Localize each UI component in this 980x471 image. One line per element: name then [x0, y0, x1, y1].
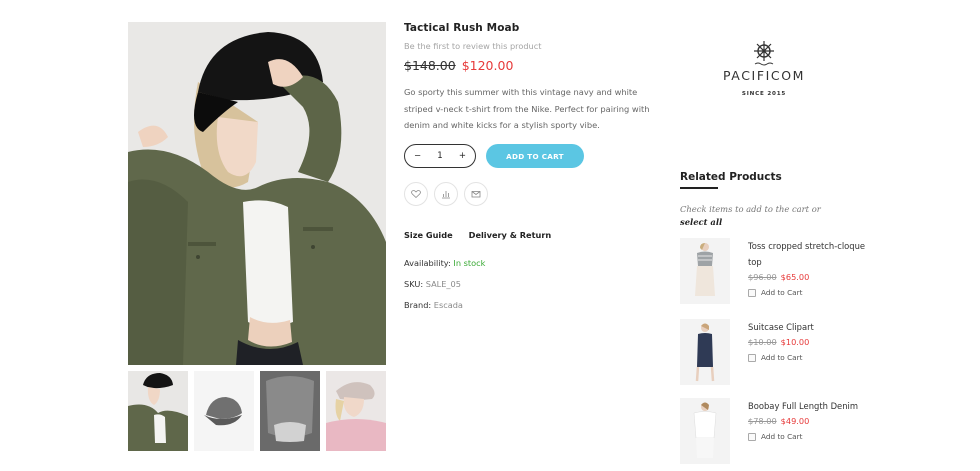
select-all-link[interactable]: select all — [680, 217, 722, 227]
buy-row: − 1 + ADD TO CART — [404, 144, 584, 168]
delivery-return-link[interactable]: Delivery & Return — [469, 230, 552, 240]
brand-label: Brand: — [404, 300, 432, 310]
quantity-stepper: − 1 + — [404, 144, 476, 168]
thumbnail-4[interactable] — [326, 371, 386, 451]
qty-plus-button[interactable]: + — [459, 151, 466, 161]
related-item-add-label: Add to Cart — [761, 288, 803, 297]
availability-label: Availability: — [404, 258, 451, 268]
sku-label: SKU: — [404, 279, 424, 289]
related-products: Related Products Check items to add to t… — [680, 171, 880, 464]
related-item-name[interactable]: Suitcase Clipart — [748, 319, 878, 335]
availability-value: In stock — [453, 258, 486, 268]
related-item-image[interactable] — [680, 319, 730, 385]
product-main-image[interactable] — [128, 22, 386, 365]
product-description: Go sporty this summer with this vintage … — [404, 87, 650, 130]
related-item-info: Toss cropped stretch-cloque top $96.00 $6… — [748, 238, 878, 297]
related-item-prices: $78.00 $49.00 — [748, 416, 878, 426]
brand-logo-name: PACIFICOM — [722, 68, 806, 83]
sku-value: SALE_05 — [425, 279, 461, 289]
product-info: Tactical Rush Moab Be the first to revie… — [404, 22, 666, 310]
checkbox[interactable] — [748, 432, 756, 441]
product-title: Tactical Rush Moab — [404, 22, 520, 34]
related-item-info: Suitcase Clipart $10.00 $10.00 Add to Car… — [748, 319, 878, 362]
related-item-name[interactable]: Boobay Full Length Denim — [748, 398, 878, 414]
review-link[interactable]: Be the first to review this product — [404, 41, 666, 51]
brand-logo-since: SINCE 2015 — [741, 91, 787, 97]
compare-button[interactable] — [434, 182, 458, 206]
product-actions — [404, 182, 488, 206]
info-links: Size Guide Delivery & Return — [404, 230, 551, 240]
related-item-price: $10.00 — [780, 337, 810, 347]
related-item-image[interactable] — [680, 238, 730, 304]
related-item-image[interactable] — [680, 398, 730, 464]
checkbox[interactable] — [748, 288, 756, 297]
related-item-old-price: $96.00 — [748, 272, 777, 282]
brand-logo[interactable]: PACIFICOM SINCE 2015 — [712, 40, 816, 97]
wishlist-button[interactable] — [404, 182, 428, 206]
price-block: $148.00 $120.00 — [404, 58, 666, 73]
ship-wheel-icon — [754, 41, 774, 66]
related-item-add-checkbox[interactable]: Add to Cart — [748, 432, 878, 441]
quantity-input[interactable]: 1 — [437, 151, 442, 161]
related-title-underline — [680, 187, 718, 189]
email-friend-button[interactable] — [464, 182, 488, 206]
related-item-price: $65.00 — [780, 272, 810, 282]
old-price: $148.00 — [404, 58, 456, 73]
sku: SKU: SALE_05 — [404, 279, 461, 289]
related-item-add-label: Add to Cart — [761, 353, 803, 362]
thumbnail-1[interactable] — [128, 371, 188, 451]
related-item-add-checkbox[interactable]: Add to Cart — [748, 353, 878, 362]
thumbnail-2[interactable] — [194, 371, 254, 451]
related-hint-text: Check items to add to the cart or — [680, 204, 821, 214]
availability: Availability: In stock — [404, 258, 485, 268]
checkbox[interactable] — [748, 353, 756, 362]
brand-value: Escada — [433, 300, 463, 310]
related-title: Related Products — [680, 171, 782, 183]
thumbnail-strip — [128, 371, 386, 451]
related-item-old-price: $78.00 — [748, 416, 777, 426]
related-item-info: Boobay Full Length Denim $78.00 $49.00 Ad… — [748, 398, 878, 441]
email-icon — [471, 191, 481, 198]
size-guide-link[interactable]: Size Guide — [404, 230, 453, 240]
qty-minus-button[interactable]: − — [414, 151, 421, 161]
brand: Brand: Escada — [404, 300, 463, 310]
add-to-cart-button[interactable]: ADD TO CART — [486, 144, 584, 168]
related-item-prices: $10.00 $10.00 — [748, 337, 878, 347]
related-item-name[interactable]: Toss cropped stretch-cloque top — [748, 238, 878, 270]
thumbnail-3[interactable] — [260, 371, 320, 451]
related-item-price: $49.00 — [780, 416, 810, 426]
related-hint: Check items to add to the cart or select… — [680, 203, 830, 228]
compare-icon — [442, 191, 450, 199]
sale-price: $120.00 — [461, 58, 514, 73]
related-item-prices: $96.00 $65.00 — [748, 272, 878, 282]
related-item-old-price: $10.00 — [748, 337, 777, 347]
related-item-add-checkbox[interactable]: Add to Cart — [748, 288, 878, 297]
heart-icon — [411, 190, 421, 199]
related-item-add-label: Add to Cart — [761, 432, 803, 441]
